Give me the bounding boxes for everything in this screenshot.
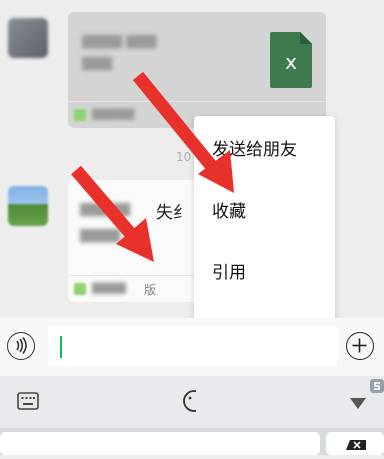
plus-circle-icon[interactable] bbox=[346, 332, 374, 360]
keyboard-keys bbox=[0, 428, 384, 455]
app-source-icon bbox=[74, 283, 86, 295]
file-message-bubble[interactable]: ▇▇▇▇ ▇▇▇ ▇▇▇ x ▇▇▇▇▇ bbox=[68, 12, 326, 128]
file-size-blurred: ▇▇▇ bbox=[82, 56, 112, 71]
source-label-blurred: ▇▇▇▇▇ bbox=[92, 107, 135, 120]
collapse-arrow-icon[interactable] bbox=[350, 395, 366, 414]
contact-avatar[interactable] bbox=[8, 186, 48, 226]
menu-item-favorite[interactable]: 收藏 bbox=[212, 197, 246, 222]
message-input-bar bbox=[0, 318, 384, 376]
s-logo-icon bbox=[370, 378, 384, 397]
source-label-blurred: ▇▇▇▇ bbox=[92, 281, 126, 294]
keyboard-toolbar bbox=[0, 376, 384, 428]
keyboard-key[interactable] bbox=[0, 432, 320, 455]
contact-avatar[interactable] bbox=[8, 18, 48, 58]
message-timestamp: 10 bbox=[176, 150, 192, 164]
emoji-icon[interactable] bbox=[180, 390, 205, 416]
menu-item-quote[interactable]: 引用 bbox=[212, 258, 246, 283]
text-cursor bbox=[60, 336, 62, 358]
file-size-blurred: ▇▇▇▇ bbox=[80, 228, 120, 243]
voice-icon[interactable] bbox=[7, 332, 35, 360]
source-label-fragment: 版 bbox=[144, 283, 157, 297]
file-name-blurred: ▇▇▇▇ ▇▇▇ bbox=[82, 34, 157, 49]
message-text-input[interactable] bbox=[48, 326, 338, 366]
app-source-icon bbox=[74, 109, 86, 121]
file-icon-letter: x bbox=[285, 50, 297, 74]
file-name-blurred: ▇▇▇▇▇ bbox=[80, 202, 130, 217]
file-title-fragment: 失纟 bbox=[156, 203, 190, 223]
menu-item-send-to-friend[interactable]: 发送给朋友 bbox=[212, 135, 297, 160]
excel-file-icon: x bbox=[270, 32, 312, 88]
keyboard-icon[interactable] bbox=[17, 392, 39, 414]
delete-key-icon[interactable] bbox=[326, 432, 384, 455]
